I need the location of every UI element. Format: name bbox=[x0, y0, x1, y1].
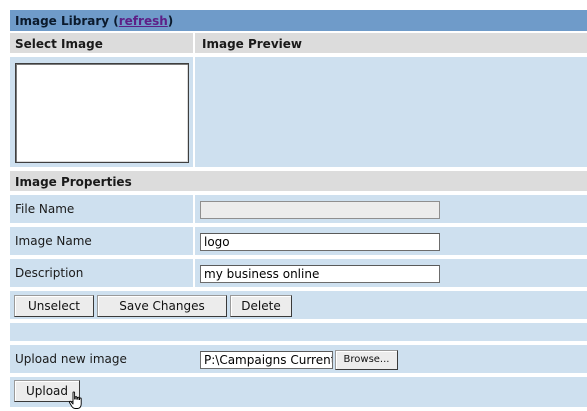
save-changes-button[interactable]: Save Changes bbox=[97, 295, 227, 317]
browse-button[interactable]: Browse... bbox=[335, 350, 398, 370]
panel-title-close: ) bbox=[167, 14, 174, 28]
file-name-label: File Name bbox=[10, 195, 195, 223]
upload-path-field[interactable]: P:\Campaigns Current bbox=[200, 351, 333, 369]
upload-button-row: Upload bbox=[10, 377, 587, 409]
select-image-cell bbox=[10, 57, 195, 167]
image-name-field[interactable]: logo bbox=[200, 233, 440, 251]
actions-row: Unselect Save Changes Delete bbox=[10, 291, 587, 321]
select-image-header: Select Image bbox=[10, 33, 195, 53]
upload-row: Upload new image P:\Campaigns Current Br… bbox=[10, 345, 587, 375]
file-name-row: File Name bbox=[10, 195, 587, 225]
upload-new-image-label: Upload new image bbox=[15, 352, 127, 366]
hand-cursor-icon bbox=[68, 391, 82, 409]
description-cell: my business online bbox=[197, 259, 587, 287]
image-preview-header: Image Preview bbox=[202, 37, 302, 51]
image-selection-row bbox=[10, 57, 587, 169]
unselect-button[interactable]: Unselect bbox=[14, 295, 94, 317]
image-name-label: Image Name bbox=[10, 227, 195, 255]
image-listbox[interactable] bbox=[15, 63, 189, 163]
image-name-row: Image Name logo bbox=[10, 227, 587, 257]
image-properties-header: Image Properties bbox=[15, 175, 132, 189]
upload-file-cell: P:\Campaigns Current Browse... bbox=[197, 345, 587, 373]
file-name-cell bbox=[197, 195, 587, 223]
spacer-row bbox=[10, 323, 587, 343]
file-name-field bbox=[200, 201, 440, 219]
image-preview-area bbox=[197, 57, 587, 167]
description-label: Description bbox=[10, 259, 195, 287]
image-header-row: Select Image Image Preview bbox=[10, 33, 587, 55]
delete-button[interactable]: Delete bbox=[230, 295, 292, 317]
image-name-cell: logo bbox=[197, 227, 587, 255]
panel-title-bar: Image Library (refresh) bbox=[10, 10, 587, 32]
image-properties-header-row: Image Properties bbox=[10, 171, 587, 193]
description-row: Description my business online bbox=[10, 259, 587, 289]
refresh-link[interactable]: refresh bbox=[119, 14, 168, 28]
description-field[interactable]: my business online bbox=[200, 265, 440, 283]
panel-title: Image Library ( bbox=[15, 14, 119, 28]
